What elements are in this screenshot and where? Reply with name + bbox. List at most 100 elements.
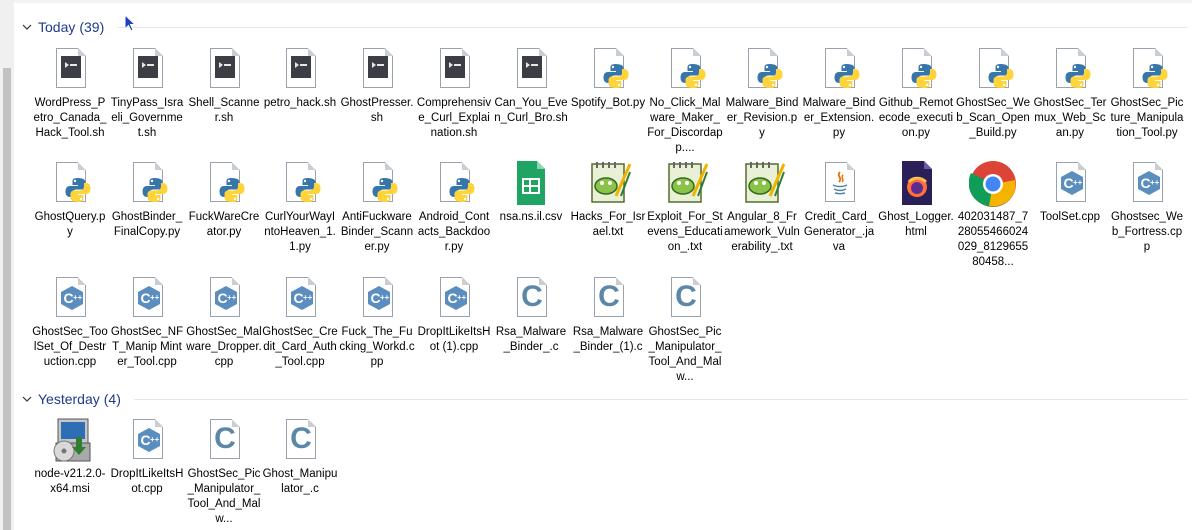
file-item[interactable]: GhostSec_Picture_Manipulation_Tool.py xyxy=(1109,46,1185,154)
cpp-file-icon: C ++ xyxy=(430,275,478,323)
file-item[interactable]: C ++ ToolSet.cpp xyxy=(1032,160,1108,268)
file-name: node-v21.2.0-x64.msi xyxy=(34,468,106,495)
file-name: CurlYourWayIntoHeaven_1.1.py xyxy=(264,211,336,253)
python-file-icon xyxy=(892,46,940,94)
file-name: Ghostsec_Web_Fortress.cpp xyxy=(1110,211,1183,253)
file-item[interactable]: Spotify_Bot.py xyxy=(570,46,646,154)
file-item[interactable]: 402031487_728055466024029_812965580458..… xyxy=(955,160,1031,268)
file-name: Credit_Card_Generator_.java xyxy=(803,211,875,253)
file-name: nsa.ns.il.csv xyxy=(499,211,563,223)
vertical-scrollbar[interactable] xyxy=(0,0,14,530)
shell-script-icon xyxy=(507,46,555,94)
shell-script-icon xyxy=(276,46,324,94)
svg-text:++: ++ xyxy=(457,293,467,302)
file-name: petro_hack.sh xyxy=(263,97,337,109)
python-file-icon xyxy=(123,160,171,208)
python-file-icon xyxy=(430,160,478,208)
file-name: GhostSec_Pic_Manipulator_Tool_And_Malw..… xyxy=(648,326,722,383)
file-item[interactable]: C ++ Fuck_The_Fucking_Workd.cpp xyxy=(339,275,415,383)
group-title[interactable]: Yesterday (4) xyxy=(38,391,121,407)
cpp-file-icon: C ++ xyxy=(1123,160,1171,208)
file-name: Rsa_Malware_Binder_.c xyxy=(495,326,567,353)
file-item[interactable]: No_Click_Malware_Maker_For_Discordapp...… xyxy=(647,46,723,154)
file-item[interactable]: AntiFuckwareBinder_Scanner.py xyxy=(339,160,415,268)
shell-script-icon xyxy=(123,46,171,94)
file-item[interactable]: Angular_8_Framework_Vulnerability_.txt xyxy=(724,160,800,268)
cpp-file-icon: C ++ xyxy=(123,275,171,323)
cpp-file-icon: C ++ xyxy=(353,275,401,323)
scrollbar-thumb[interactable] xyxy=(3,68,11,530)
file-item[interactable]: nsa.ns.il.csv xyxy=(493,160,569,268)
file-name: Shell_Scanner.sh xyxy=(188,97,260,124)
file-item[interactable]: C ++ Ghostsec_Web_Fortress.cpp xyxy=(1109,160,1185,268)
file-item[interactable]: Android_Contacts_Backdoor.py xyxy=(416,160,492,268)
group-divider xyxy=(118,27,1188,28)
notepad-plus-plus-icon xyxy=(738,160,786,208)
file-item[interactable]: C GhostSec_Pic_Manipulator_Tool_And_Malw… xyxy=(647,275,723,383)
file-item[interactable]: Can_You_Even_Curl_Bro.sh xyxy=(493,46,569,154)
shell-script-icon xyxy=(353,46,401,94)
python-file-icon xyxy=(46,160,94,208)
file-item[interactable]: Hacks_For_Israel.txt xyxy=(570,160,646,268)
file-item[interactable]: C Rsa_Malware_Binder_(1).c xyxy=(570,275,646,383)
file-name: GhostBinder_FinalCopy.py xyxy=(111,211,183,238)
file-item[interactable]: Malware_Binder_Revision.py xyxy=(724,46,800,154)
msi-installer-icon xyxy=(46,417,94,465)
group-title[interactable]: Today (39) xyxy=(38,19,104,35)
file-name: Ghost_Manipulator_.c xyxy=(262,468,338,495)
file-item[interactable]: GhostPresser.sh xyxy=(339,46,415,154)
notepad-plus-plus-icon xyxy=(661,160,709,208)
file-name: No_Click_Malware_Maker_For_Discordapp...… xyxy=(647,97,723,154)
svg-text:++: ++ xyxy=(303,293,313,302)
chevron-down-icon[interactable] xyxy=(22,394,32,404)
file-name: Exploit_For_Stevens_Education_.txt xyxy=(647,211,723,253)
file-item[interactable]: FuckWareCreator.py xyxy=(186,160,262,268)
file-item[interactable]: C ++ DropItLikeItsHot (1).cpp xyxy=(416,275,492,383)
group-header-yesterday[interactable]: Yesterday (4) xyxy=(22,390,121,408)
notepad-plus-plus-icon xyxy=(584,160,632,208)
file-item[interactable]: TinyPass_Israeli_Governmet.sh xyxy=(109,46,185,154)
cpp-file-icon: C ++ xyxy=(200,275,248,323)
file-item[interactable]: C GhostSec_Pic_Manipulator_Tool_And_Malw… xyxy=(186,417,262,525)
file-item[interactable]: GhostBinder_FinalCopy.py xyxy=(109,160,185,268)
file-name: Android_Contacts_Backdoor.py xyxy=(417,211,491,253)
file-item[interactable]: node-v21.2.0-x64.msi xyxy=(32,417,108,525)
file-item[interactable]: Comprehensive_Curl_Explaination.sh xyxy=(416,46,492,154)
file-item[interactable]: GhostSec_Termux_Web_Scan.py xyxy=(1032,46,1108,154)
file-name: Ghost_Logger.html xyxy=(878,211,954,238)
file-item[interactable]: Github_Remotecode_execution.py xyxy=(878,46,954,154)
file-name: Hacks_For_Israel.txt xyxy=(570,211,646,238)
python-file-icon xyxy=(661,46,709,94)
file-item[interactable]: GhostSec_Web_Scan_Open_Build.py xyxy=(955,46,1031,154)
python-file-icon xyxy=(969,46,1017,94)
file-item[interactable]: C ++ GhostSec_Credit_Card_Auth_Tool.cpp xyxy=(262,275,338,383)
top-toolbar-edge xyxy=(14,0,1192,3)
file-item[interactable]: C ++ GhostSec_Malware_Dropper.cpp xyxy=(186,275,262,383)
group-header-today[interactable]: Today (39) xyxy=(22,18,104,36)
file-item[interactable]: Credit_Card_Generator_.java xyxy=(801,160,877,268)
file-item[interactable]: petro_hack.sh xyxy=(262,46,338,154)
group-divider xyxy=(134,399,1188,400)
file-item[interactable]: Malware_Binder_Extension.py xyxy=(801,46,877,154)
file-item[interactable]: C ++ GhostSec_ToolSet_Of_Destruction.cpp xyxy=(32,275,108,383)
file-item[interactable]: WordPress_Petro_Canada_Hack_Tool.sh xyxy=(32,46,108,154)
file-item[interactable]: GhostQuery.py xyxy=(32,160,108,268)
file-item[interactable]: C ++ DropItLikeItsHot.cpp xyxy=(109,417,185,525)
file-name: Rsa_Malware_Binder_(1).c xyxy=(572,326,644,353)
file-item[interactable]: C ++ GhostSec_NFT_Manip Minter_Tool.cpp xyxy=(109,275,185,383)
file-name: DropItLikeItsHot (1).cpp xyxy=(417,326,491,353)
svg-text:++: ++ xyxy=(1150,178,1160,187)
svg-text:++: ++ xyxy=(150,435,160,444)
c-file-icon: C xyxy=(276,417,324,465)
file-name: Can_You_Even_Curl_Bro.sh xyxy=(494,97,568,124)
file-item[interactable]: Ghost_Logger.html xyxy=(878,160,954,268)
c-file-icon: C xyxy=(200,417,248,465)
file-item[interactable]: Exploit_For_Stevens_Education_.txt xyxy=(647,160,723,268)
file-item[interactable]: C Ghost_Manipulator_.c xyxy=(262,417,338,525)
file-name: WordPress_Petro_Canada_Hack_Tool.sh xyxy=(33,97,107,139)
file-item[interactable]: Shell_Scanner.sh xyxy=(186,46,262,154)
chevron-down-icon[interactable] xyxy=(22,22,32,32)
file-item[interactable]: CurlYourWayIntoHeaven_1.1.py xyxy=(262,160,338,268)
file-item[interactable]: C Rsa_Malware_Binder_.c xyxy=(493,275,569,383)
python-file-icon xyxy=(1046,46,1094,94)
